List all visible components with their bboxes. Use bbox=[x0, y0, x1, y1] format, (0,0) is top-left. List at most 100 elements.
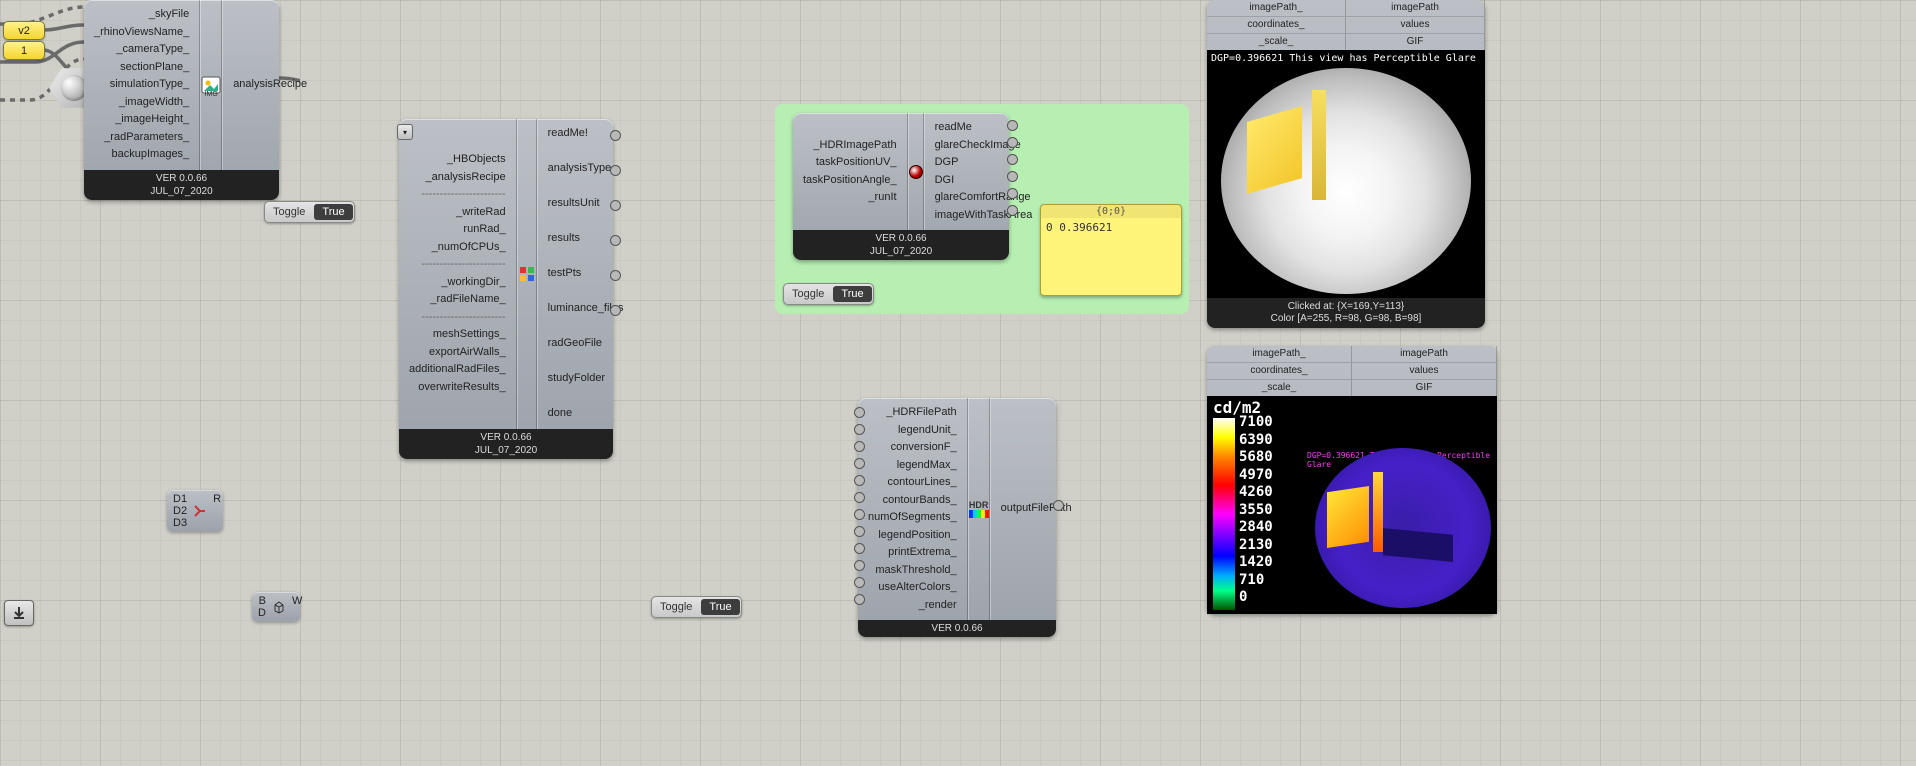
in-imageheight[interactable]: _imageHeight_ bbox=[115, 111, 189, 129]
in-contourbands[interactable]: contourBands_ bbox=[883, 492, 957, 510]
in-contourlines[interactable]: contourLines_ bbox=[888, 474, 957, 492]
tab-imagepath-out[interactable]: imagePath bbox=[1352, 346, 1497, 362]
tab-imagepath-in[interactable]: imagePath_ bbox=[1207, 346, 1352, 362]
menu-chip[interactable]: ▾ bbox=[397, 124, 413, 140]
in-radparameters[interactable]: _radParameters_ bbox=[104, 129, 189, 147]
in-workingdir[interactable]: _workingDir_ bbox=[441, 274, 505, 292]
in-d1[interactable]: D1 bbox=[173, 493, 187, 505]
in-runit[interactable]: _runIt bbox=[868, 189, 896, 207]
in-overwriteresults[interactable]: overwriteResults_ bbox=[418, 379, 505, 397]
image-banner: DGP=0.396621 This view has Perceptible G… bbox=[1211, 53, 1476, 64]
in-simulationtype[interactable]: simulationType_ bbox=[110, 76, 190, 94]
in-sectionplane[interactable]: sectionPlane_ bbox=[120, 59, 189, 77]
in-legendunit[interactable]: legendUnit_ bbox=[898, 422, 957, 440]
component-version: VER 0.0.66JUL_07_2020 bbox=[399, 429, 613, 459]
in-writerad[interactable]: _writeRad bbox=[456, 204, 506, 222]
in-b[interactable]: B bbox=[258, 595, 266, 607]
toggle-value[interactable]: True bbox=[701, 599, 739, 615]
component-icon: HDR bbox=[969, 398, 989, 620]
in-d2[interactable]: D2 bbox=[173, 505, 187, 517]
in-taskpositionuv[interactable]: taskPositionUV_ bbox=[816, 154, 897, 172]
image-area[interactable]: DGP=0.396621 This view has Perceptible G… bbox=[1207, 50, 1485, 298]
sep-row: ----------------------- bbox=[421, 256, 505, 274]
out-w[interactable]: W bbox=[292, 595, 302, 607]
canvas-button[interactable] bbox=[4, 600, 34, 626]
component-version: VER 0.0.66 bbox=[858, 620, 1056, 637]
out-analysisrecipe[interactable]: analysisRecipe bbox=[233, 76, 307, 94]
merge-icon bbox=[193, 490, 207, 532]
out-radgeofile[interactable]: radGeoFile bbox=[548, 335, 628, 353]
in-imagewidth[interactable]: _imageWidth_ bbox=[119, 94, 189, 112]
sep-row: ----------------------- bbox=[421, 186, 505, 204]
in-d[interactable]: D bbox=[258, 607, 266, 619]
in-runrad[interactable]: runRad_ bbox=[463, 221, 505, 239]
tab-gif[interactable]: GIF bbox=[1346, 34, 1485, 50]
tab-gif[interactable]: GIF bbox=[1352, 380, 1497, 396]
param-one[interactable]: 1 bbox=[3, 41, 45, 60]
in-usealtercolors[interactable]: useAlterColors_ bbox=[878, 579, 956, 597]
image-viewer-glare[interactable]: imagePath_ imagePath coordinates_ values… bbox=[1207, 0, 1485, 328]
in-d3[interactable]: D3 bbox=[173, 517, 187, 529]
sep-row: ----------------------- bbox=[421, 309, 505, 327]
in-hdrimagepath[interactable]: _HDRImagePath bbox=[813, 137, 896, 155]
tab-imagepath-in[interactable]: imagePath_ bbox=[1207, 0, 1346, 16]
in-printextrema[interactable]: printExtrema_ bbox=[888, 544, 956, 562]
component-image-recipe[interactable]: _skyFile _rhinoViewsName_ _cameraType_ s… bbox=[84, 0, 279, 200]
in-radfilename[interactable]: _radFileName_ bbox=[430, 291, 505, 309]
out-r[interactable]: R bbox=[213, 493, 221, 505]
in-legendmax[interactable]: legendMax_ bbox=[897, 457, 957, 475]
in-render[interactable]: _render bbox=[919, 597, 957, 615]
panel-dgp[interactable]: {0;0} 0 0.396621 bbox=[1040, 204, 1182, 296]
tab-values[interactable]: values bbox=[1346, 17, 1485, 33]
toggle-label: Toggle bbox=[265, 206, 313, 218]
tab-values[interactable]: values bbox=[1352, 363, 1497, 379]
component-version: VER 0.0.66JUL_07_2020 bbox=[84, 170, 279, 200]
in-skyfile[interactable]: _skyFile bbox=[149, 6, 189, 24]
toggle-render[interactable]: Toggle True bbox=[651, 596, 742, 618]
param-v2[interactable]: v2 bbox=[3, 21, 45, 40]
legend-ticks: 710063905680 497042603550 284021301420 7… bbox=[1239, 414, 1273, 607]
tab-imagepath-out[interactable]: imagePath bbox=[1346, 0, 1485, 16]
out-dgp[interactable]: DGP bbox=[935, 154, 1033, 172]
param-label: v2 bbox=[18, 25, 30, 37]
in-hdrfilepath[interactable]: _HDRFilePath bbox=[886, 404, 956, 422]
component-version: VER 0.0.66JUL_07_2020 bbox=[793, 230, 1009, 260]
in-rhinoviews[interactable]: _rhinoViewsName_ bbox=[94, 24, 189, 42]
tab-coordinates[interactable]: coordinates_ bbox=[1207, 363, 1352, 379]
component-run-radiance[interactable]: ▾ _HBObjects _analysisRecipe -----------… bbox=[399, 119, 613, 459]
legend-bar bbox=[1213, 418, 1235, 610]
in-backupimages[interactable]: backupImages_ bbox=[112, 146, 190, 164]
tab-coordinates[interactable]: coordinates_ bbox=[1207, 17, 1346, 33]
in-additionalradfiles[interactable]: additionalRadFiles_ bbox=[409, 361, 506, 379]
toggle-run-glare[interactable]: Toggle True bbox=[783, 283, 874, 305]
in-hbobjects[interactable]: _HBObjects bbox=[447, 151, 506, 169]
component-merge[interactable]: D1 D2 D3 R bbox=[167, 490, 223, 532]
component-icon bbox=[518, 119, 536, 429]
in-exportairwalls[interactable]: exportAirWalls_ bbox=[429, 344, 506, 362]
panel-body: 0 0.396621 bbox=[1041, 218, 1181, 237]
in-analysisrecipe[interactable]: _analysisRecipe bbox=[426, 169, 506, 187]
tab-scale[interactable]: _scale_ bbox=[1207, 34, 1346, 50]
out-glarecheckimage[interactable]: glareCheckImage bbox=[935, 137, 1033, 155]
toggle-run-rad[interactable]: Toggle True bbox=[264, 201, 355, 223]
out-done[interactable]: done bbox=[548, 405, 628, 423]
in-legendposition[interactable]: legendPosition_ bbox=[878, 527, 956, 545]
image-viewer-falsecolor[interactable]: imagePath_ imagePath coordinates_ values… bbox=[1207, 346, 1497, 614]
component-brep[interactable]: B D W bbox=[252, 592, 300, 622]
toggle-value[interactable]: True bbox=[314, 204, 352, 220]
component-falsecolor[interactable]: _HDRFilePath legendUnit_ conversionF_ le… bbox=[858, 398, 1056, 637]
in-conversionf[interactable]: conversionF_ bbox=[891, 439, 957, 457]
in-cameratype[interactable]: _cameraType_ bbox=[116, 41, 189, 59]
out-studyfolder[interactable]: studyFolder bbox=[548, 370, 628, 388]
in-numofsegments[interactable]: numOfSegments_ bbox=[868, 509, 957, 527]
out-readme[interactable]: readMe bbox=[935, 119, 1033, 137]
component-glare[interactable]: _HDRImagePath taskPositionUV_ taskPositi… bbox=[793, 113, 1009, 260]
in-taskpositionangle[interactable]: taskPositionAngle_ bbox=[803, 172, 897, 190]
in-numcpus[interactable]: _numOfCPUs_ bbox=[432, 239, 506, 257]
image-area[interactable]: cd/m2 710063905680 497042603550 28402130… bbox=[1207, 396, 1497, 614]
toggle-value[interactable]: True bbox=[833, 286, 871, 302]
in-maskthreshold[interactable]: maskThreshold_ bbox=[875, 562, 956, 580]
tab-scale[interactable]: _scale_ bbox=[1207, 380, 1352, 396]
download-icon bbox=[12, 606, 26, 620]
in-meshsettings[interactable]: meshSettings_ bbox=[433, 326, 506, 344]
